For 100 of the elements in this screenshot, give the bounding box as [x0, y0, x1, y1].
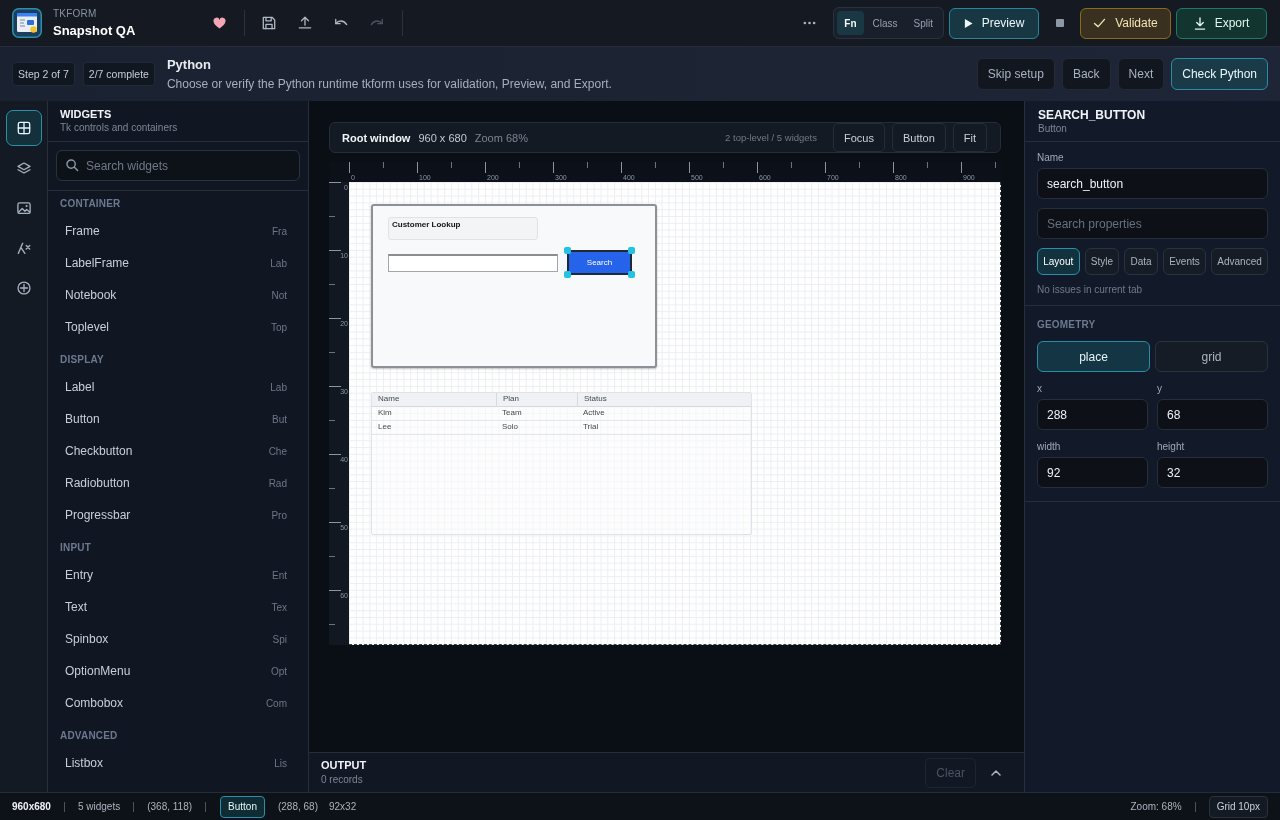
preview-button[interactable]: Preview — [949, 7, 1039, 39]
inspector-tab[interactable]: Style — [1084, 248, 1120, 275]
widget-abbreviation: Opt — [270, 665, 287, 677]
table-cell-text: Kim — [377, 407, 393, 419]
export-button[interactable]: Export — [1176, 7, 1267, 39]
widget-item[interactable]: Listbox — [65, 756, 104, 770]
layout-manager-option[interactable]: place — [1037, 341, 1150, 372]
table-cell-text: Active — [582, 407, 606, 419]
search-field[interactable]: Search widgets — [56, 150, 300, 181]
widget-item[interactable]: Entry — [65, 568, 93, 582]
inspector-tab[interactable]: Layout — [1037, 248, 1080, 275]
table-cell-text: Solo — [501, 421, 519, 433]
search-icon — [66, 159, 79, 172]
status-note: No issues in current tab — [1037, 284, 1144, 296]
canvas-title: Root window — [342, 131, 411, 144]
more-icon[interactable] — [803, 21, 817, 25]
widget-item[interactable]: OptionMenu — [65, 664, 131, 678]
group-heading: INPUT — [59, 541, 92, 555]
branch-icon — [16, 241, 31, 255]
canvas-size: 960x680 — [12, 801, 51, 812]
setup-button[interactable]: Skip setup — [976, 58, 1055, 90]
field-label: height — [1157, 441, 1186, 453]
search-field[interactable]: Search properties — [1037, 208, 1268, 239]
play-icon — [963, 17, 973, 29]
output-title: OUTPUT — [321, 759, 367, 772]
inspector-title: SEARCH_BUTTON — [1038, 108, 1147, 122]
download-icon — [1193, 16, 1206, 30]
setup-button[interactable]: Check Python — [1171, 58, 1268, 90]
number-input[interactable]: 92 — [1037, 457, 1148, 488]
validate-button[interactable]: Validate — [1080, 7, 1171, 39]
resize-handle[interactable] — [564, 271, 571, 278]
name-input[interactable]: search_button — [1037, 168, 1268, 199]
grid-toggle[interactable]: Grid 10px — [1208, 795, 1268, 818]
widget-item[interactable]: Notebook — [65, 288, 117, 302]
widget-abbreviation: Top — [270, 321, 287, 333]
selection-size: 92x32 — [329, 801, 357, 812]
progress-indicator: 2/7 complete — [82, 62, 155, 86]
table-cell-text: Trial — [582, 421, 600, 433]
inspector-tab[interactable]: Advanced — [1211, 248, 1269, 275]
setup-button[interactable]: Back — [1061, 58, 1111, 90]
inspector-tab[interactable]: Data — [1124, 248, 1158, 275]
resize-handle[interactable] — [628, 271, 635, 278]
number-input[interactable]: 68 — [1157, 399, 1268, 430]
widget-item[interactable]: Text — [65, 600, 87, 614]
code-style-option[interactable]: Class — [865, 11, 905, 35]
canvas-toolbar-button[interactable]: Focus — [833, 123, 885, 152]
chevron-up-icon[interactable] — [991, 769, 1001, 776]
canvas-toolbar-button[interactable]: Fit — [952, 123, 987, 152]
plus-circle-icon — [16, 281, 31, 295]
zoom-level: Zoom: 68% — [1130, 801, 1182, 812]
check-icon — [1093, 18, 1107, 28]
group-heading: ADVANCED — [59, 729, 119, 743]
column-header: Status — [577, 393, 751, 406]
widget-item[interactable]: Label — [65, 380, 95, 394]
canvas-toolbar-button[interactable]: Button — [891, 123, 946, 152]
step-description: Choose or verify the Python runtime tkform uses for validation, Preview, and Export. — [166, 77, 612, 91]
resize-handle[interactable] — [628, 247, 635, 254]
widget-counts: 2 top-level / 5 widgets — [725, 132, 817, 143]
group-heading: CONTAINER — [59, 197, 122, 211]
code-style-option[interactable]: Fn — [837, 11, 864, 35]
inspector-tab[interactable]: Events — [1162, 248, 1207, 275]
upload-arrow-icon[interactable] — [298, 16, 312, 30]
widget-item[interactable]: Frame — [65, 224, 100, 238]
setup-button[interactable]: Next — [1117, 58, 1165, 90]
panel-title: WIDGETS — [60, 108, 113, 121]
number-input[interactable]: 32 — [1157, 457, 1268, 488]
grid-icon — [16, 121, 31, 135]
widget-item[interactable]: Checkbutton — [65, 444, 133, 458]
floppy-disk-icon[interactable] — [262, 16, 276, 30]
widget-abbreviation: Rad — [268, 477, 287, 489]
widget-abbreviation: Ent — [272, 569, 287, 581]
number-input[interactable]: 288 — [1037, 399, 1148, 430]
widget-abbreviation: Fra — [272, 225, 287, 237]
widget-item[interactable]: Progressbar — [65, 508, 131, 522]
heart-icon[interactable] — [213, 17, 226, 29]
widget-item[interactable]: Button — [65, 412, 100, 426]
step-title: Python — [166, 57, 212, 72]
widget-abbreviation: Lab — [270, 381, 287, 393]
widget-abbreviation: Not — [271, 289, 287, 301]
sidebar-tab[interactable] — [5, 110, 42, 146]
widget-type: Button — [1038, 123, 1068, 135]
panel-subtitle: Tk controls and containers — [60, 122, 179, 134]
widget-item[interactable]: Spinbox — [65, 632, 109, 646]
widget-item[interactable]: Radiobutton — [65, 476, 130, 490]
zoom-level: Zoom 68% — [474, 131, 528, 144]
field-label: width — [1037, 441, 1062, 453]
resize-handle[interactable] — [564, 247, 571, 254]
group-heading: DISPLAY — [59, 353, 105, 367]
widget-abbreviation: Tex — [271, 601, 287, 613]
layers-icon — [16, 161, 31, 175]
section-heading: GEOMETRY — [1037, 319, 1097, 331]
code-style-option[interactable]: Split — [906, 11, 940, 35]
widget-item[interactable]: Toplevel — [65, 320, 110, 334]
field-label: x — [1037, 383, 1043, 395]
widget-item[interactable]: LabelFrame — [65, 256, 130, 270]
layout-manager-option[interactable]: grid — [1155, 341, 1268, 372]
widget-item[interactable]: Combobox — [65, 696, 124, 710]
canvas-button[interactable]: Search — [567, 250, 632, 275]
brand-name: TKFORM — [53, 7, 98, 20]
project-name: Snapshot QA — [53, 22, 137, 39]
